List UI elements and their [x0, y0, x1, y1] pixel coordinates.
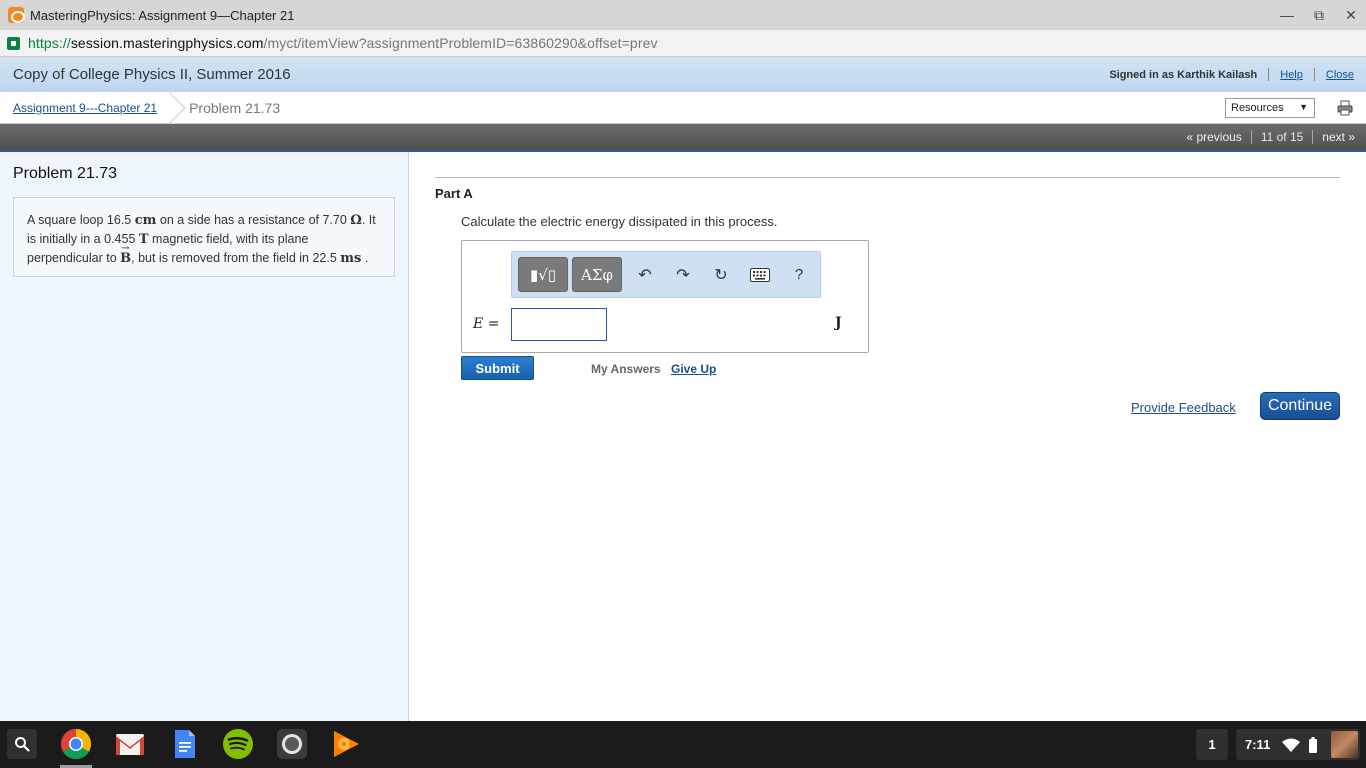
part-a-question: Calculate the electric energy dissipated…	[461, 214, 778, 229]
system-tray[interactable]: 7:11	[1236, 729, 1360, 760]
window-title: MasteringPhysics: Assignment 9—Chapter 2…	[30, 7, 295, 23]
problem-position: 11 of 15	[1260, 130, 1304, 144]
reset-icon[interactable]: ↻	[708, 257, 734, 292]
window-titlebar: MasteringPhysics: Assignment 9—Chapter 2…	[0, 0, 1366, 30]
spotify-icon[interactable]	[222, 728, 254, 760]
answer-unit: J	[835, 315, 842, 331]
chrome-icon[interactable]	[60, 728, 92, 760]
variable-name: E	[473, 316, 484, 332]
part-a-label: Part A	[435, 186, 473, 201]
redo-icon[interactable]: ↷	[670, 257, 696, 292]
resources-label: Resources	[1231, 102, 1284, 114]
close-icon[interactable]: ✕	[1344, 7, 1358, 24]
unit-cm: cm	[134, 213, 157, 228]
vector-arrow-icon: →	[121, 243, 130, 254]
docs-icon[interactable]	[168, 728, 200, 760]
url-text[interactable]: https://session.masteringphysics.com/myc…	[28, 35, 658, 51]
answer-input[interactable]	[511, 308, 607, 341]
provide-feedback-link[interactable]: Provide Feedback	[1131, 400, 1236, 415]
undo-icon[interactable]: ↶	[632, 257, 658, 292]
camera-icon[interactable]	[276, 728, 308, 760]
breadcrumb-current: Problem 21.73	[189, 99, 281, 116]
search-icon	[15, 737, 30, 752]
clock-time: 7:11	[1245, 737, 1271, 752]
print-icon[interactable]	[1337, 100, 1353, 116]
previous-link[interactable]: « previous	[1186, 130, 1241, 144]
nav-separator	[1250, 130, 1252, 144]
play-music-icon[interactable]	[330, 728, 362, 760]
submit-button[interactable]: Submit	[461, 356, 534, 380]
header-user-area: Signed in as Karthik Kailash Help Close	[1109, 57, 1354, 92]
variable-label: E =	[473, 316, 499, 332]
answer-entry-box: ▮√▯ ΑΣφ ↶ ↷ ↻ ? E = J	[461, 240, 869, 353]
notification-count-badge[interactable]: 1	[1196, 729, 1228, 760]
breadcrumb-assignment-link[interactable]: Assignment 9---Chapter 21	[13, 101, 157, 115]
problem-text: .	[361, 251, 369, 265]
signed-in-text: Signed in as Karthik Kailash	[1109, 68, 1258, 81]
user-avatar[interactable]	[1331, 731, 1358, 758]
keyboard-icon[interactable]	[746, 257, 774, 292]
problem-text: , but is removed from the field in 22.5	[131, 251, 341, 265]
math-toolbar: ▮√▯ ΑΣφ ↶ ↷ ↻ ?	[511, 251, 821, 298]
restore-icon[interactable]: ⧉	[1312, 7, 1326, 24]
help-icon[interactable]: ?	[786, 257, 812, 292]
templates-button[interactable]: ▮√▯	[518, 257, 568, 292]
nav-separator	[1312, 130, 1314, 144]
window-controls: — ⧉ ✕	[1280, 0, 1358, 30]
my-answers-label: My Answers	[591, 362, 661, 376]
unit-ms: ms	[340, 251, 362, 266]
give-up-link[interactable]: Give Up	[671, 362, 716, 376]
header-separator	[1313, 68, 1315, 81]
equals-sign: =	[487, 316, 500, 332]
breadcrumb: Assignment 9---Chapter 21 Problem 21.73 …	[0, 92, 1366, 124]
wifi-icon	[1282, 738, 1301, 752]
address-bar[interactable]: https://session.masteringphysics.com/myc…	[0, 30, 1366, 57]
url-scheme: https://	[28, 35, 71, 51]
close-link[interactable]: Close	[1326, 69, 1354, 81]
answer-panel: Part A Calculate the electric energy dis…	[410, 152, 1366, 721]
masteringphysics-icon	[8, 7, 25, 23]
keyboard-glyph	[750, 267, 770, 282]
problem-text: on a side has a resistance of 7.70	[156, 213, 351, 227]
problem-text: A square loop 16.5	[27, 213, 135, 227]
problem-navigation: « previous 11 of 15 next »	[0, 124, 1366, 150]
problem-statement: A square loop 16.5 cm on a side has a re…	[13, 197, 395, 277]
launcher-button[interactable]	[7, 729, 37, 759]
course-title: Copy of College Physics II, Summer 2016	[13, 66, 291, 83]
header-separator	[1268, 68, 1270, 81]
unit-tesla: T	[138, 232, 149, 247]
lock-icon	[7, 36, 20, 50]
part-divider	[435, 177, 1340, 178]
continue-button[interactable]: Continue	[1260, 392, 1340, 420]
url-host: session.masteringphysics.com	[70, 35, 264, 51]
os-shelf: 1 7:11	[0, 721, 1366, 768]
unit-ohm: Ω	[350, 213, 362, 228]
vector-b: → B	[120, 243, 131, 268]
dropdown-arrow-icon: ▼	[1299, 102, 1308, 112]
resources-dropdown[interactable]: Resources ▼	[1225, 98, 1315, 118]
problem-panel: Problem 21.73 A square loop 16.5 cm on a…	[0, 152, 409, 721]
next-link[interactable]: next »	[1322, 130, 1355, 144]
minimize-icon[interactable]: —	[1280, 7, 1294, 23]
greek-symbols-button[interactable]: ΑΣφ	[572, 257, 622, 292]
battery-icon	[1309, 736, 1318, 753]
problem-title: Problem 21.73	[13, 165, 118, 182]
breadcrumb-chevron-icon	[165, 92, 177, 124]
help-link[interactable]: Help	[1280, 69, 1303, 81]
site-header: Copy of College Physics II, Summer 2016 …	[0, 57, 1366, 92]
gmail-icon[interactable]	[114, 728, 146, 760]
url-path: /myct/itemView?assignmentProblemID=63860…	[263, 35, 658, 51]
